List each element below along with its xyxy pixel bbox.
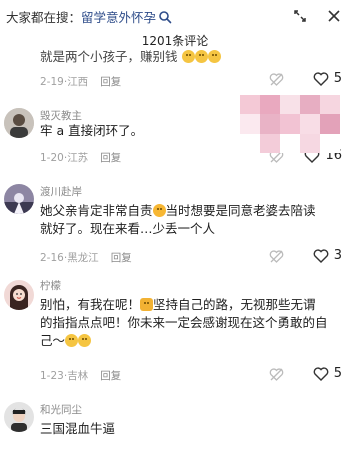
comment-text-line: 别怕，有我在呢！ 坚持自己的路，无视那些无谓 bbox=[40, 296, 342, 314]
comment-item: 柠檬 别怕，有我在呢！ 坚持自己的路，无视那些无谓 的指指点点吧！你未来一定会感谢… bbox=[0, 276, 350, 388]
heart-icon bbox=[313, 71, 329, 86]
reply-button[interactable]: 回复 bbox=[100, 74, 121, 89]
dislike-icon[interactable] bbox=[269, 367, 284, 382]
like-button[interactable]: 5 bbox=[313, 71, 342, 86]
smile-emoji-icon bbox=[181, 50, 195, 63]
comment-text: 别怕，有我在呢！ 坚持自己的路，无视那些无谓 的指指点点吧！你未来一定会感谢现在这… bbox=[40, 296, 342, 350]
comment-meta: 2-16 · 黑龙江 回复 bbox=[40, 250, 132, 265]
avatar[interactable] bbox=[4, 184, 34, 214]
search-icon[interactable] bbox=[158, 9, 172, 24]
dislike-icon[interactable] bbox=[269, 249, 284, 264]
comment-meta: 1-20 · 江苏 回复 bbox=[40, 150, 121, 165]
smile-emoji-icon bbox=[194, 50, 208, 63]
heart-icon bbox=[313, 248, 329, 263]
comment-date: 2-16 bbox=[40, 251, 64, 264]
search-bar[interactable]: 大家都在搜： 留学意外怀孕 bbox=[0, 0, 350, 32]
comment-text-line: 己～ bbox=[40, 332, 342, 350]
comment-text-line: 的指指点点吧！你未来一定会感谢现在这个勇敢的自 bbox=[40, 315, 328, 330]
collapse-icon[interactable] bbox=[292, 8, 308, 24]
comment-text-line: 就好了。现在来看…少丢一个人 bbox=[40, 221, 216, 236]
avatar[interactable] bbox=[4, 402, 34, 432]
like-count: 5 bbox=[333, 366, 342, 381]
comment-date: 2-19 bbox=[40, 75, 64, 88]
like-count: 3 bbox=[333, 248, 342, 263]
comment-text-part: 别怕，有我在呢！ bbox=[40, 297, 141, 312]
comment-item: 和光同尘 三国混血牛逼 bbox=[0, 398, 350, 450]
comment-location: 江西 bbox=[67, 76, 89, 88]
smile-emoji-icon bbox=[207, 50, 221, 63]
crying-emoji-icon bbox=[152, 204, 166, 217]
comment-item: 就是两个小孩子，赚别钱 2-19 · 江西 回复 5 bbox=[0, 49, 350, 90]
comment-text: 就是两个小孩子，赚别钱 bbox=[40, 48, 316, 66]
comment-text-part: 她父亲肯定非常自责 bbox=[40, 203, 153, 218]
close-icon[interactable] bbox=[326, 8, 342, 24]
avatar[interactable] bbox=[4, 108, 34, 138]
comment-text-part: 当时想要是同意老婆去陪读 bbox=[165, 203, 316, 218]
heart-icon bbox=[313, 366, 329, 381]
like-button[interactable]: 5 bbox=[313, 366, 342, 381]
search-term[interactable]: 留学意外怀孕 bbox=[81, 7, 156, 26]
comment-location: 黑龙江 bbox=[67, 252, 99, 264]
like-button[interactable]: 3 bbox=[313, 248, 342, 263]
comment-username[interactable]: 毁灭教主 bbox=[40, 108, 82, 123]
avatar[interactable] bbox=[4, 280, 34, 310]
comment-text-part: 坚持自己的路，无视那些无谓 bbox=[153, 297, 316, 312]
comment-username[interactable]: 柠檬 bbox=[40, 278, 61, 293]
reply-button[interactable]: 回复 bbox=[100, 150, 121, 165]
comment-username[interactable]: 和光同尘 bbox=[40, 402, 82, 417]
dislike-icon[interactable] bbox=[269, 72, 284, 87]
comment-text-part: 己～ bbox=[40, 333, 66, 348]
pixelated-overlay bbox=[240, 95, 340, 153]
comment-username[interactable]: 渡川赴岸 bbox=[40, 184, 82, 199]
comment-item: 渡川赴岸 她父亲肯定非常自责 当时想要是同意老婆去陪读 就好了。现在来看…少丢一个… bbox=[0, 180, 350, 270]
comment-text-content: 就是两个小孩子，赚别钱 bbox=[40, 49, 178, 64]
comment-text: 她父亲肯定非常自责 当时想要是同意老婆去陪读 就好了。现在来看…少丢一个人 bbox=[40, 202, 336, 238]
comment-date: 1-20 bbox=[40, 151, 64, 164]
comment-text-line: 她父亲肯定非常自责 当时想要是同意老婆去陪读 bbox=[40, 202, 336, 220]
smile-emoji-icon bbox=[65, 334, 79, 347]
comment-meta: 2-19 · 江西 回复 bbox=[40, 74, 121, 89]
comment-meta: 1-23 · 吉林 回复 bbox=[40, 368, 121, 383]
search-prefix: 大家都在搜： bbox=[6, 9, 82, 25]
like-count: 5 bbox=[333, 71, 342, 86]
comment-location: 江苏 bbox=[67, 152, 89, 164]
comment-text: 三国混血牛逼 bbox=[40, 421, 116, 436]
comment-date: 1-23 bbox=[40, 369, 64, 382]
flexed-biceps-emoji-icon bbox=[140, 298, 154, 311]
reply-button[interactable]: 回复 bbox=[111, 250, 132, 265]
reply-button[interactable]: 回复 bbox=[100, 368, 121, 383]
smile-emoji-icon bbox=[78, 334, 92, 347]
comment-location: 吉林 bbox=[67, 370, 89, 382]
